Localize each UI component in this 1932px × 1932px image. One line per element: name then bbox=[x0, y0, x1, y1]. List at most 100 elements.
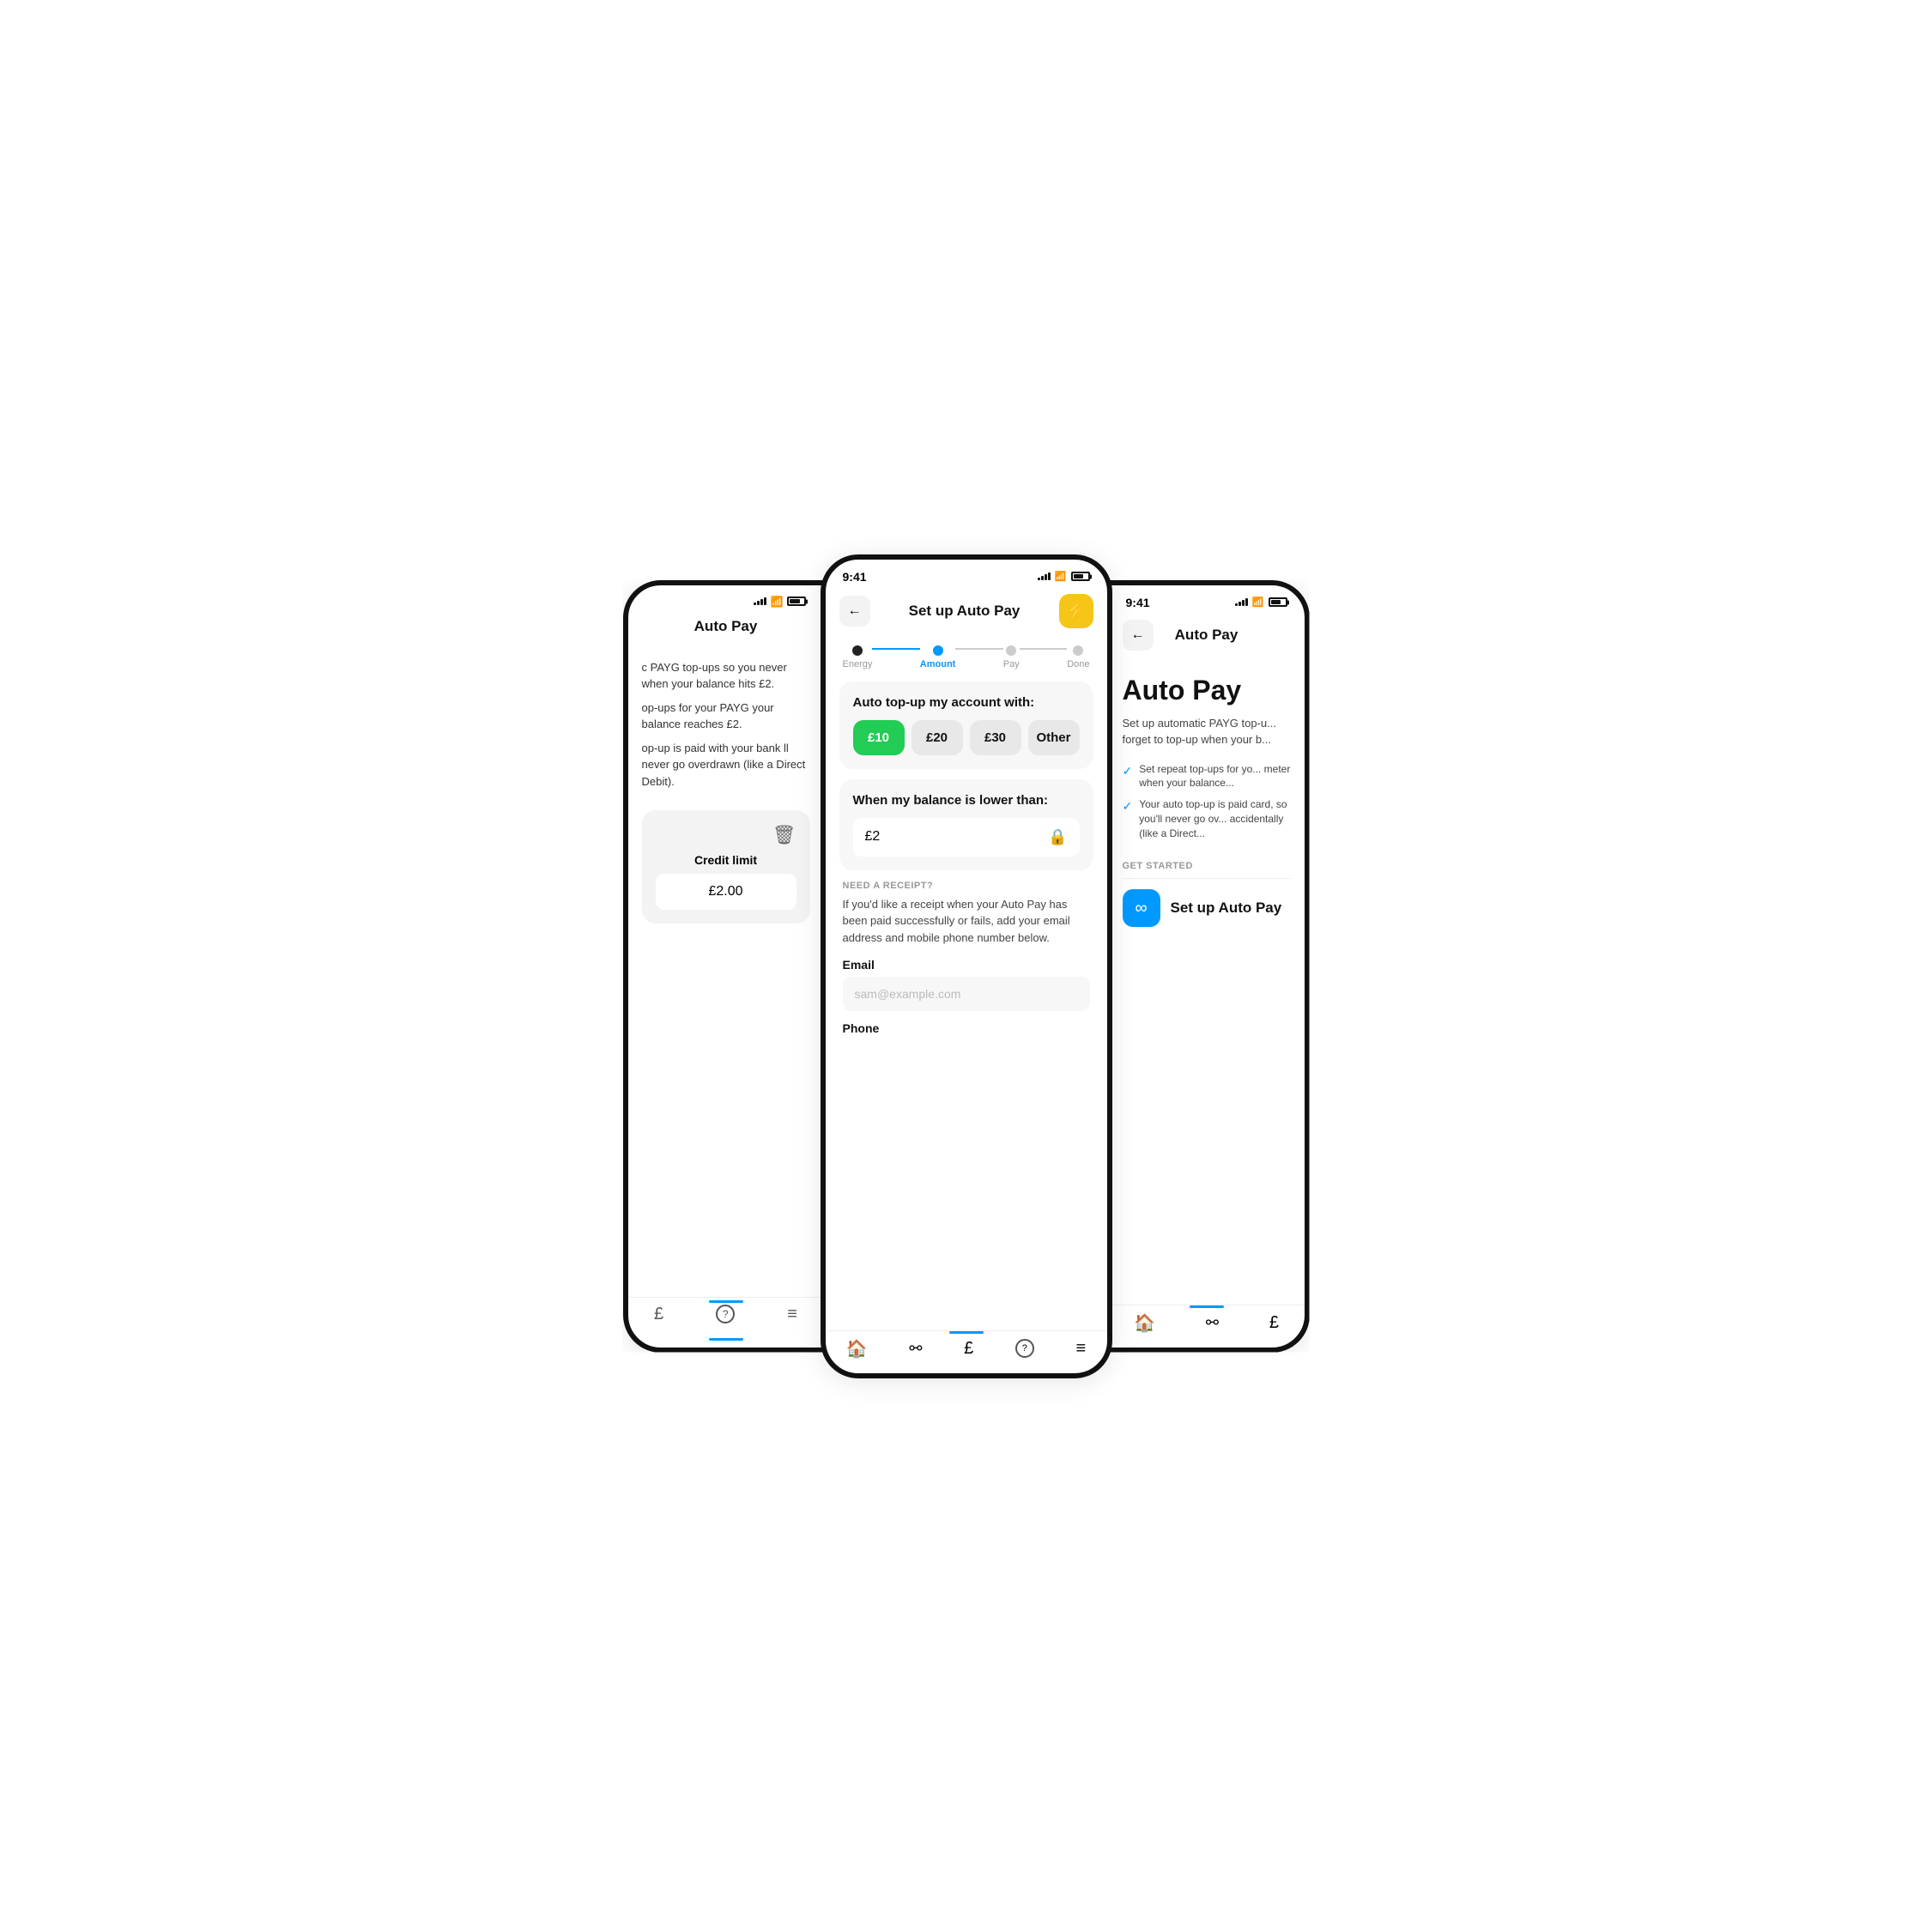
step-energy: Energy bbox=[843, 645, 873, 669]
status-bar-right: 9:41 📶 bbox=[1109, 585, 1305, 613]
wifi-icon-center: 📶 bbox=[1055, 571, 1067, 582]
pounds-icon-center: £ bbox=[964, 1339, 973, 1359]
topup-card: Auto top-up my account with: £10 £20 £30… bbox=[839, 681, 1093, 769]
status-time-right: 9:41 bbox=[1126, 596, 1150, 609]
nav-item-pounds-center[interactable]: £ bbox=[964, 1339, 973, 1359]
nav-item-menu-center[interactable]: ≡ bbox=[1076, 1339, 1087, 1359]
setup-auto-pay-button[interactable]: ∞ Set up Auto Pay bbox=[1123, 889, 1291, 927]
header-center: ← Set up Auto Pay ⚡ bbox=[826, 587, 1107, 639]
nav-item-menu-left[interactable]: ≡ bbox=[787, 1305, 797, 1324]
battery-icon-right bbox=[1269, 597, 1287, 607]
bottom-nav-left: £ ? ≡ bbox=[628, 1297, 824, 1338]
nav-item-help-left[interactable]: ? bbox=[716, 1305, 735, 1323]
phone-right: 9:41 📶 ← Auto Pay bbox=[1104, 580, 1310, 1353]
bottom-nav-center: 🏠 ⚯ £ ? ≡ bbox=[826, 1330, 1107, 1373]
email-input[interactable]: sam@example.com bbox=[843, 977, 1090, 1011]
credit-value: £2.00 bbox=[656, 874, 796, 910]
receipt-description: If you'd like a receipt when your Auto P… bbox=[843, 896, 1090, 947]
header-title-left: Auto Pay bbox=[694, 618, 758, 635]
right-screen-content: Auto Pay Set up automatic PAYG top-u... … bbox=[1109, 661, 1305, 1305]
wifi-icon-left: 📶 bbox=[771, 596, 784, 608]
check-text-1: Set repeat top-ups for yo... meter when … bbox=[1139, 762, 1290, 791]
balance-value: £2 bbox=[865, 829, 881, 845]
left-desc1: c PAYG top-ups so you never when your ba… bbox=[642, 659, 810, 693]
help-icon-center: ? bbox=[1015, 1339, 1034, 1358]
status-bar-left: 📶 bbox=[628, 585, 824, 611]
balance-card: When my balance is lower than: £2 🔒 bbox=[839, 779, 1093, 870]
infinity-icon: ∞ bbox=[1135, 899, 1147, 918]
amount-options: £10 £20 £30 Other bbox=[853, 720, 1080, 755]
check-item-1: ✓ Set repeat top-ups for yo... meter whe… bbox=[1123, 762, 1291, 791]
amount-btn-20[interactable]: £20 bbox=[911, 720, 963, 755]
stepper: Energy Amount Pay Done bbox=[826, 639, 1107, 669]
left-screen-content: c PAYG top-ups so you never when your ba… bbox=[628, 645, 824, 1297]
setup-btn-icon: ∞ bbox=[1123, 889, 1160, 927]
setup-btn-text: Set up Auto Pay bbox=[1171, 899, 1282, 917]
step-done: Done bbox=[1067, 645, 1089, 669]
step-dot-done bbox=[1073, 645, 1083, 656]
nav-item-activity-right[interactable]: ⚯ bbox=[1206, 1314, 1219, 1332]
step-pay: Pay bbox=[1003, 645, 1020, 669]
autopay-big-title: Auto Pay bbox=[1123, 675, 1291, 706]
menu-icon-center: ≡ bbox=[1076, 1339, 1087, 1359]
check-text-2: Your auto top-up is paid card, so you'll… bbox=[1139, 797, 1290, 840]
activity-icon-right: ⚯ bbox=[1206, 1314, 1219, 1332]
delete-icon[interactable]: 🗑 bbox=[656, 824, 796, 846]
balance-label: When my balance is lower than: bbox=[853, 793, 1080, 808]
balance-input-row: £2 🔒 bbox=[853, 818, 1080, 857]
canvas: 📶 Auto Pay c PAYG top-ups so you never w… bbox=[483, 483, 1449, 1449]
nav-item-home-center[interactable]: 🏠 bbox=[846, 1338, 868, 1360]
battery-icon-center bbox=[1071, 572, 1090, 581]
autopay-desc: Set up automatic PAYG top-u... forget to… bbox=[1123, 715, 1291, 748]
checkmark-1: ✓ bbox=[1123, 764, 1133, 778]
check-item-2: ✓ Your auto top-up is paid card, so you'… bbox=[1123, 797, 1291, 840]
amount-btn-30[interactable]: £30 bbox=[970, 720, 1021, 755]
nav-item-pounds-right[interactable]: £ bbox=[1269, 1313, 1279, 1333]
status-icons-center: 📶 bbox=[1038, 571, 1090, 582]
step-connector-3 bbox=[1020, 648, 1067, 650]
amount-btn-10[interactable]: £10 bbox=[853, 720, 905, 755]
nav-item-activity-center[interactable]: ⚯ bbox=[909, 1340, 922, 1358]
signal-icon-left bbox=[754, 597, 766, 605]
step-label-energy: Energy bbox=[843, 659, 873, 669]
receipt-section-label: NEED A RECEIPT? bbox=[843, 881, 1090, 891]
email-field-label: Email bbox=[843, 958, 1090, 972]
status-icons-right: 📶 bbox=[1235, 597, 1287, 608]
back-button-right[interactable]: ← bbox=[1123, 620, 1154, 651]
step-connector-1 bbox=[872, 648, 919, 650]
header-right: ← Auto Pay bbox=[1109, 613, 1305, 661]
bottom-nav-right: 🏠 ⚯ £ bbox=[1109, 1305, 1305, 1348]
signal-icon-right bbox=[1235, 598, 1248, 606]
wifi-icon-right: 📶 bbox=[1252, 597, 1264, 608]
home-icon-center: 🏠 bbox=[846, 1338, 868, 1360]
nav-item-pounds-left[interactable]: £ bbox=[654, 1305, 663, 1324]
topup-card-title: Auto top-up my account with: bbox=[853, 695, 1080, 710]
step-label-pay: Pay bbox=[1003, 659, 1020, 669]
step-amount: Amount bbox=[920, 645, 956, 669]
lock-icon: 🔒 bbox=[1048, 828, 1067, 846]
home-icon-right: 🏠 bbox=[1134, 1312, 1155, 1334]
status-icons-left: 📶 bbox=[754, 596, 807, 608]
battery-icon-left bbox=[787, 597, 806, 606]
header-left: Auto Pay bbox=[628, 611, 824, 645]
signal-icon-center bbox=[1038, 572, 1051, 580]
step-dot-energy bbox=[852, 645, 863, 656]
nav-item-help-center[interactable]: ? bbox=[1015, 1339, 1034, 1358]
credit-label: Credit limit bbox=[656, 853, 796, 867]
left-desc3: op-up is paid with your bank ll never go… bbox=[642, 740, 810, 790]
receipt-section: NEED A RECEIPT? If you'd like a receipt … bbox=[839, 881, 1093, 1041]
amount-btn-other[interactable]: Other bbox=[1028, 720, 1080, 755]
lightning-icon: ⚡ bbox=[1065, 600, 1087, 621]
phone-left: 📶 Auto Pay c PAYG top-ups so you never w… bbox=[623, 580, 829, 1353]
lightning-button[interactable]: ⚡ bbox=[1059, 594, 1093, 628]
phone-center: 9:41 📶 ← Set up Auto Pay ⚡ bbox=[821, 554, 1112, 1378]
left-desc2: op-ups for your PAYG your balance reache… bbox=[642, 700, 810, 733]
status-bar-center: 9:41 📶 bbox=[826, 560, 1107, 587]
header-title-right: Auto Pay bbox=[1175, 627, 1239, 644]
back-button-center[interactable]: ← bbox=[839, 596, 870, 627]
header-title-center: Set up Auto Pay bbox=[909, 603, 1021, 620]
activity-icon-center: ⚯ bbox=[909, 1340, 922, 1358]
nav-item-home-right[interactable]: 🏠 bbox=[1134, 1312, 1155, 1334]
checkmark-2: ✓ bbox=[1123, 799, 1133, 814]
email-placeholder: sam@example.com bbox=[855, 987, 961, 1001]
